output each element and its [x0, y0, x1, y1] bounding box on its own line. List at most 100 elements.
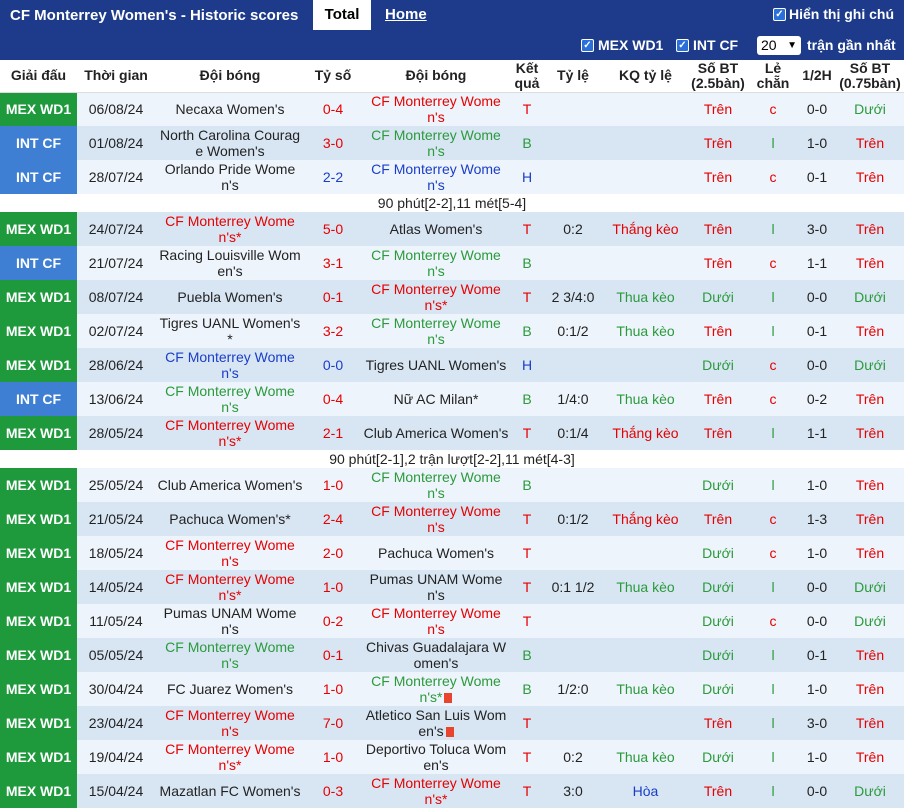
table-row: MEX WD1 08/07/24 Puebla Women's 0-1 CF Monte… — [0, 280, 904, 314]
score-cell[interactable]: 1-0 — [305, 672, 361, 706]
tab-home[interactable]: Home — [385, 0, 427, 30]
score-cell[interactable]: 0-4 — [305, 92, 361, 126]
checkbox-icon[interactable]: ✓ — [581, 38, 594, 52]
home-team[interactable]: Pachuca Women's* — [155, 502, 305, 536]
home-team[interactable]: Mazatlan FC Women's — [155, 774, 305, 808]
league-cell[interactable]: MEX WD1 — [0, 604, 77, 638]
away-team[interactable]: CF Monterrey Women's* — [361, 774, 511, 808]
score-cell[interactable]: 1-0 — [305, 570, 361, 604]
score-cell[interactable]: 2-2 — [305, 160, 361, 194]
home-team[interactable]: FC Juarez Women's — [155, 672, 305, 706]
home-team[interactable]: CF Monterrey Women's* — [155, 570, 305, 604]
score-cell[interactable]: 3-0 — [305, 126, 361, 160]
home-team[interactable]: Racing Louisville Women's — [155, 246, 305, 280]
home-team[interactable]: Necaxa Women's — [155, 92, 305, 126]
match-count-select[interactable]: 20 ▼ — [757, 36, 801, 55]
away-team[interactable]: CF Monterrey Women's — [361, 160, 511, 194]
score-cell[interactable]: 0-3 — [305, 774, 361, 808]
score-cell[interactable]: 2-4 — [305, 502, 361, 536]
away-team[interactable]: CF Monterrey Women's — [361, 246, 511, 280]
score-cell[interactable]: 0-2 — [305, 604, 361, 638]
league-cell[interactable]: MEX WD1 — [0, 570, 77, 604]
away-team[interactable]: Chivas Guadalajara Women's — [361, 638, 511, 672]
home-team[interactable]: Pumas UNAM Women's — [155, 604, 305, 638]
half-time-cell: 0-1 — [798, 314, 836, 348]
score-cell[interactable]: 2-1 — [305, 416, 361, 450]
score-cell[interactable]: 3-2 — [305, 314, 361, 348]
home-team[interactable]: CF Monterrey Women's — [155, 638, 305, 672]
home-team[interactable]: CF Monterrey Women's — [155, 348, 305, 382]
odd-even-cell: l — [748, 314, 798, 348]
home-team[interactable]: CF Monterrey Women's — [155, 706, 305, 740]
filter-league-mex[interactable]: ✓ MEX WD1 — [581, 37, 663, 53]
half-time-cell: 1-0 — [798, 536, 836, 570]
away-team[interactable]: Deportivo Toluca Women's — [361, 740, 511, 774]
home-team[interactable]: CF Monterrey Women's — [155, 382, 305, 416]
score-cell[interactable]: 0-1 — [305, 638, 361, 672]
filter-league-int[interactable]: ✓ INT CF — [676, 37, 738, 53]
column-header: 1/2H — [798, 60, 836, 93]
result-cell: T — [511, 604, 543, 638]
score-cell[interactable]: 5-0 — [305, 212, 361, 246]
home-team[interactable]: CF Monterrey Women's* — [155, 416, 305, 450]
show-notes-toggle[interactable]: ✓ Hiển thị ghi chú — [773, 6, 894, 22]
home-team[interactable]: Tigres UANL Women's* — [155, 314, 305, 348]
home-team[interactable]: Orlando Pride Women's — [155, 160, 305, 194]
checkbox-icon[interactable]: ✓ — [773, 7, 786, 21]
score-cell[interactable]: 1-0 — [305, 468, 361, 502]
score-cell[interactable]: 0-0 — [305, 348, 361, 382]
away-team[interactable]: CF Monterrey Women's — [361, 92, 511, 126]
league-cell[interactable]: INT CF — [0, 160, 77, 194]
league-cell[interactable]: MEX WD1 — [0, 502, 77, 536]
league-cell[interactable]: MEX WD1 — [0, 638, 77, 672]
league-cell[interactable]: MEX WD1 — [0, 740, 77, 774]
home-team[interactable]: CF Monterrey Women's* — [155, 740, 305, 774]
home-team[interactable]: CF Monterrey Women's* — [155, 212, 305, 246]
away-team[interactable]: Club America Women's — [361, 416, 511, 450]
away-team[interactable]: CF Monterrey Women's* — [361, 672, 511, 706]
away-team[interactable]: Nữ AC Milan* — [361, 382, 511, 416]
home-team[interactable]: Club America Women's — [155, 468, 305, 502]
score-cell[interactable]: 0-4 — [305, 382, 361, 416]
away-team[interactable]: Tigres UANL Women's — [361, 348, 511, 382]
handicap-result-cell — [603, 348, 688, 382]
away-team[interactable]: CF Monterrey Women's* — [361, 280, 511, 314]
away-team[interactable]: CF Monterrey Women's — [361, 314, 511, 348]
league-cell[interactable]: MEX WD1 — [0, 672, 77, 706]
away-team[interactable]: CF Monterrey Women's — [361, 468, 511, 502]
league-cell[interactable]: MEX WD1 — [0, 416, 77, 450]
half-time-cell: 1-1 — [798, 416, 836, 450]
score-cell[interactable]: 3-1 — [305, 246, 361, 280]
league-cell[interactable]: MEX WD1 — [0, 468, 77, 502]
away-team[interactable]: CF Monterrey Women's — [361, 126, 511, 160]
table-row: MEX WD1 06/08/24 Necaxa Women's 0-4 CF Monte… — [0, 92, 904, 126]
away-team[interactable]: Pachuca Women's — [361, 536, 511, 570]
over-under-cell: Dưới — [688, 638, 748, 672]
league-cell[interactable]: INT CF — [0, 126, 77, 160]
away-team[interactable]: Atlas Women's — [361, 212, 511, 246]
league-cell[interactable]: MEX WD1 — [0, 314, 77, 348]
home-team[interactable]: North Carolina Courage Women's — [155, 126, 305, 160]
checkbox-icon[interactable]: ✓ — [676, 38, 689, 52]
league-cell[interactable]: MEX WD1 — [0, 774, 77, 808]
home-team[interactable]: CF Monterrey Women's — [155, 536, 305, 570]
home-team[interactable]: Puebla Women's — [155, 280, 305, 314]
league-cell[interactable]: MEX WD1 — [0, 536, 77, 570]
away-team[interactable]: CF Monterrey Women's — [361, 502, 511, 536]
score-cell[interactable]: 1-0 — [305, 740, 361, 774]
league-cell[interactable]: INT CF — [0, 246, 77, 280]
tab-total[interactable]: Total — [313, 0, 371, 30]
league-cell[interactable]: MEX WD1 — [0, 280, 77, 314]
league-cell[interactable]: MEX WD1 — [0, 348, 77, 382]
score-cell[interactable]: 7-0 — [305, 706, 361, 740]
half-time-cell: 0-0 — [798, 604, 836, 638]
league-cell[interactable]: MEX WD1 — [0, 92, 77, 126]
league-cell[interactable]: MEX WD1 — [0, 706, 77, 740]
away-team[interactable]: CF Monterrey Women's — [361, 604, 511, 638]
away-team[interactable]: Atletico San Luis Women's — [361, 706, 511, 740]
score-cell[interactable]: 2-0 — [305, 536, 361, 570]
league-cell[interactable]: MEX WD1 — [0, 212, 77, 246]
league-cell[interactable]: INT CF — [0, 382, 77, 416]
score-cell[interactable]: 0-1 — [305, 280, 361, 314]
away-team[interactable]: Pumas UNAM Women's — [361, 570, 511, 604]
